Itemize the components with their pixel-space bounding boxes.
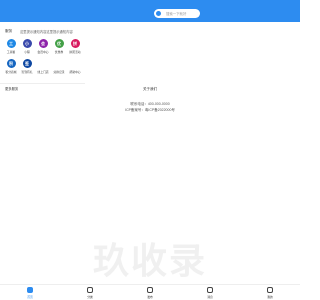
search-placeholder: 搜索一下就好 xyxy=(166,12,187,16)
nav-item-messages[interactable]: 消息 xyxy=(195,287,225,299)
top-header: 搜索一下就好 xyxy=(0,0,300,22)
app-item[interactable]: 积 积分商城 xyxy=(4,59,18,74)
app-label: 兑换记录 xyxy=(53,70,65,74)
app-icon xyxy=(70,59,80,68)
app-item[interactable]: 会 会员中心 xyxy=(36,39,50,54)
app-icon: 小 xyxy=(22,39,32,48)
icp-number: ICP备案号：粤ICP备2022000号 xyxy=(125,107,175,112)
search-icon xyxy=(156,11,161,16)
app-label: 帮助中心 xyxy=(69,70,81,74)
divider xyxy=(0,83,85,84)
app-label: 会员中心 xyxy=(37,50,49,54)
app-label: 签到有礼 xyxy=(21,70,33,74)
app-icon: 工 xyxy=(6,39,16,48)
about-link[interactable]: 关于我们 xyxy=(0,87,300,92)
app-icon: 优 xyxy=(54,39,64,48)
nav-item-publish[interactable]: 发布 xyxy=(135,287,165,299)
nav-label: 分类 xyxy=(87,294,93,299)
panel-title: 服务 xyxy=(5,29,13,33)
nav-label: 消息 xyxy=(207,294,213,299)
search-bar[interactable]: 搜索一下就好 xyxy=(154,9,200,18)
nav-label: 发布 xyxy=(147,294,153,299)
app-icon: 签 xyxy=(22,59,32,68)
app-item[interactable]: 优 优惠券 xyxy=(52,39,66,54)
app-item[interactable]: 拼 拼团活动 xyxy=(68,39,82,54)
app-label: 优惠券 xyxy=(54,50,64,54)
app-item[interactable]: 帮助中心 xyxy=(68,59,82,74)
nav-item-profile[interactable]: 我的 xyxy=(255,287,285,299)
bottom-nav: 首页 分类 发布 消息 我的 xyxy=(0,284,300,300)
app-icon: 积 xyxy=(6,59,16,68)
nav-item-home[interactable]: 首页 xyxy=(15,287,45,299)
app-icon xyxy=(38,59,48,68)
app-label: 工具箱 xyxy=(6,50,16,54)
app-label: 拼团活动 xyxy=(69,50,81,54)
app-item[interactable]: 兑换记录 xyxy=(52,59,66,74)
home-icon xyxy=(27,287,33,293)
nav-label: 我的 xyxy=(267,294,273,299)
app-item[interactable]: 签 签到有礼 xyxy=(20,59,34,74)
app-icon: 拼 xyxy=(70,39,80,48)
nav-label: 首页 xyxy=(27,294,33,299)
app-label: 积分商城 xyxy=(5,70,17,74)
notice-text[interactable]: 这里提示通知内容这里提示通知内容 xyxy=(20,29,73,34)
app-icon: 会 xyxy=(38,39,48,48)
app-icon xyxy=(54,59,64,68)
app-item[interactable]: 线上门店 xyxy=(36,59,50,74)
app-label: 线上门店 xyxy=(37,70,49,74)
message-icon xyxy=(207,287,213,293)
publish-icon xyxy=(147,287,153,293)
app-label: 小程 xyxy=(24,50,30,54)
contact-info: 联系电话：400-000-0000 ICP备案号：粤ICP备2022000号 xyxy=(0,102,300,113)
profile-icon xyxy=(267,287,273,293)
app-item[interactable]: 小 小程 xyxy=(20,39,34,54)
category-icon xyxy=(87,287,93,293)
app-item[interactable]: 工 工具箱 xyxy=(4,39,18,54)
watermark-logo: 玖收录 xyxy=(92,241,207,282)
service-panel: 服务 这里提示通知内容这里提示通知内容 工 工具箱 小 小程 会 会员中心 优 … xyxy=(0,22,85,93)
nav-item-category[interactable]: 分类 xyxy=(75,287,105,299)
